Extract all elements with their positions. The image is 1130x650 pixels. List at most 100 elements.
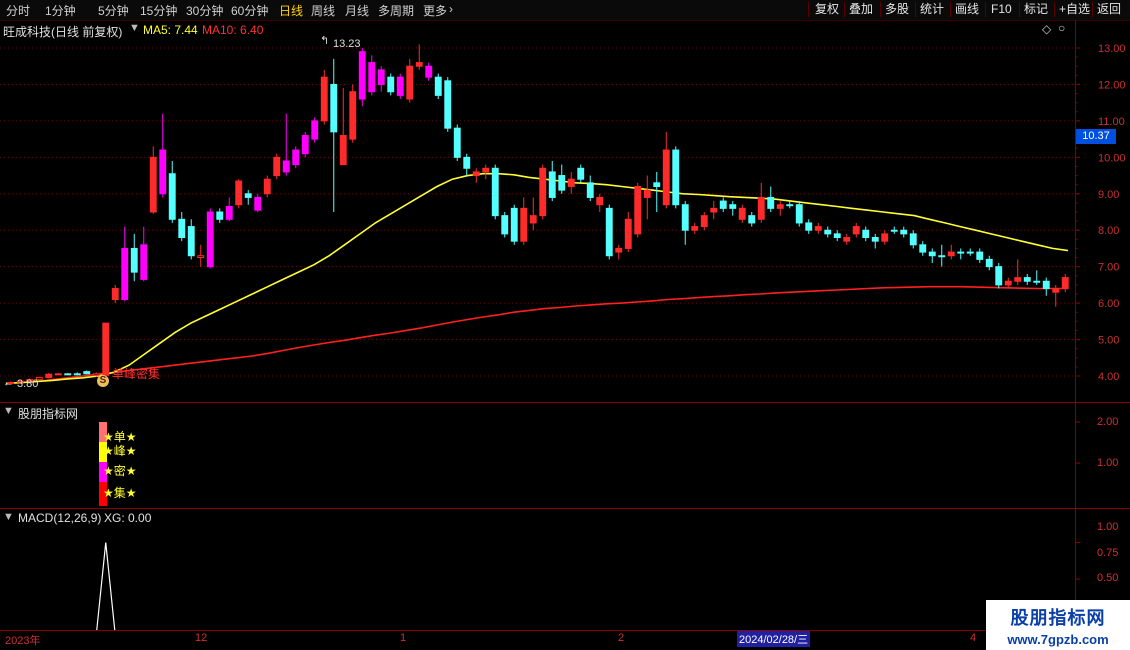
candle-body [520,207,528,242]
candle-body [510,207,518,242]
time-axis-label: 12 [195,632,208,644]
candle-body [605,207,613,257]
candle-body [871,237,879,242]
y-tick-label: 6.00 [1098,298,1119,310]
candle-body [387,76,395,93]
candle-body [292,149,300,166]
candle-body [634,185,642,235]
candle-body [710,207,718,213]
candle-body [586,182,594,198]
candle-body [748,215,756,224]
candle-body [425,65,433,78]
candle-body [995,266,1003,286]
candle-body [330,83,338,133]
signal-label: 单峰密集 [112,367,161,381]
candle-body [767,196,775,209]
y-tick-label: 11.00 [1098,116,1125,128]
candle-body [263,178,271,195]
candle-body [235,180,243,206]
pane-divider[interactable] [0,508,1130,509]
indicator-y-tick: 1.00 [1097,457,1119,469]
y-tick-label: 8.00 [1098,225,1119,237]
candle-body [985,258,993,268]
candle-body [282,160,290,173]
time-axis-line [0,630,1075,631]
candle-body [928,251,936,257]
time-axis-label: 4 [970,632,977,644]
candle-body [453,127,461,158]
candle-body [121,247,129,300]
y-tick-label: 4.00 [1098,371,1119,383]
candle-body [643,189,651,198]
candle-body [187,226,195,257]
candle-body [197,255,205,259]
candle-body [482,167,490,173]
candle-body [529,215,537,224]
candle-body [83,371,91,375]
kline-chart[interactable]: 13.0012.0011.0010.009.008.007.006.005.00… [0,0,1130,650]
candle-body [216,211,224,220]
pane-divider[interactable] [0,402,1130,403]
candle-body [444,80,452,129]
candle-body [311,120,319,140]
candle-body [130,247,138,273]
candle-body [729,204,737,209]
candle-body [244,193,252,198]
candle-body [254,196,262,211]
ma10-line [5,285,1068,385]
candle-body [539,167,547,217]
candle-body [795,204,803,224]
arrow-icon: ↰ [320,35,330,47]
candle-body [966,251,974,254]
settings-dropdown-icon[interactable]: ▼ [3,405,14,417]
indicator-label-peak: ★峰★ [103,444,137,458]
candle-body [1004,280,1012,286]
candle-body [624,218,632,249]
candle-body [102,322,110,376]
price-axis-border [1075,20,1076,630]
candle-body [814,226,822,231]
candle-body [757,196,765,220]
time-axis-label: 2023年 [5,635,41,647]
watermark-url: www.7gpzb.com [1007,632,1109,647]
candle-body [168,173,176,220]
candle-body [1052,288,1060,293]
current-price-tag: 10.37 [1076,129,1116,144]
watermark-logo: 股朋指标网 www.7gpzb.com [986,600,1130,650]
candle-body [957,251,965,254]
candle-body [1023,277,1031,282]
candle-body [786,204,794,207]
candle-body [681,204,689,231]
candle-body [947,251,955,257]
candle-body [909,233,917,246]
candle-body [491,167,499,217]
indicator-label-dense: ★密★ [103,464,137,478]
cursor-date-label: 2024/02/28/三 [737,631,811,647]
candle-body [881,233,889,242]
candle-body [92,373,100,376]
y-tick-label: 13.00 [1098,43,1126,55]
candle-body [140,244,148,280]
xg-label: XG: 0.00 [104,511,152,525]
candle-body [73,373,81,376]
macd-title: MACD(12,26,9) [18,511,102,525]
candle-body [396,76,404,96]
candle-body [577,167,585,180]
candle-body [738,207,746,220]
candle-body [833,233,841,239]
candle-body [567,178,575,187]
time-axis-label: 2 [618,632,625,644]
y-tick-label: 10.00 [1098,152,1126,164]
candle-body [1033,280,1041,283]
candle-body [900,229,908,235]
y-tick-label: 5.00 [1098,335,1119,347]
signal-icon[interactable]: S [97,375,109,387]
y-tick-label: 9.00 [1098,189,1119,201]
high-price-marker: 13.23 [333,38,361,50]
candle-body [358,51,366,100]
settings-dropdown-icon[interactable]: ▼ [3,511,14,523]
candle-body [472,171,480,177]
y-tick-label: 7.00 [1098,262,1119,274]
candle-body [662,149,670,206]
xg-spike-line [96,542,116,631]
